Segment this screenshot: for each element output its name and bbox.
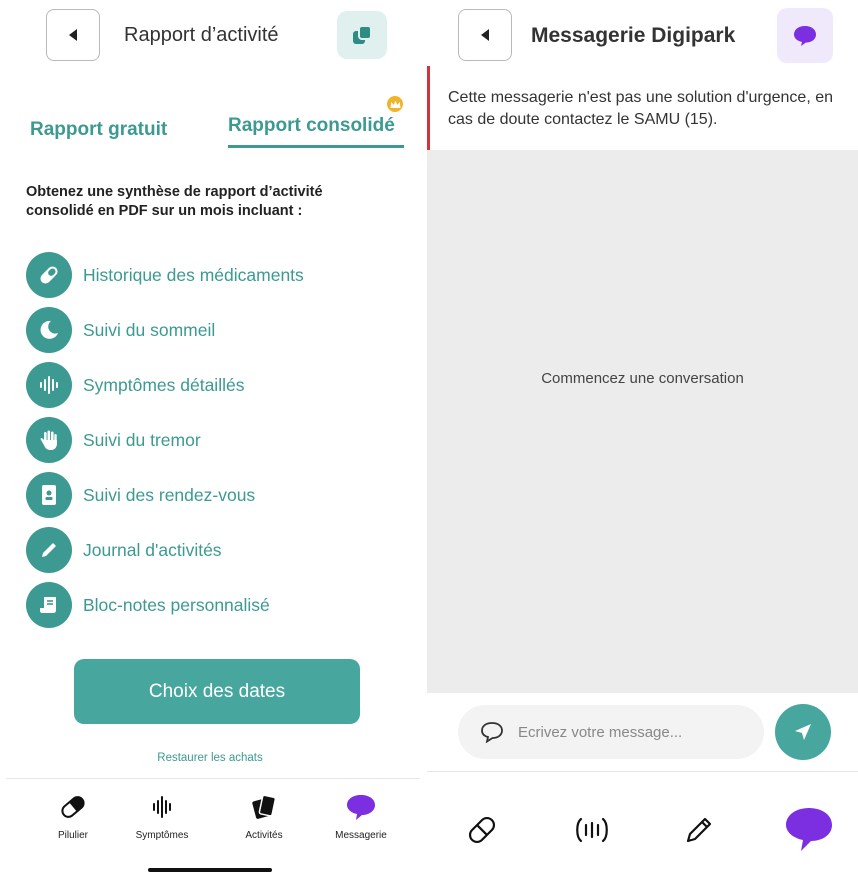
copy-icon (353, 25, 372, 44)
pill-icon (468, 816, 496, 844)
nav-item-symptomes[interactable] (567, 800, 617, 860)
chat-area: Commencez une conversation (427, 150, 858, 693)
nav-item-activites[interactable] (674, 800, 724, 860)
feature-label: Historique des médicaments (83, 264, 304, 285)
messaging-button[interactable] (777, 8, 833, 63)
back-arrow-icon (481, 29, 489, 41)
intro-text: Obtenez une synthèse de rapport d’activi… (26, 184, 323, 219)
active-tab-indicator (228, 145, 404, 148)
soundwave-icon (576, 817, 608, 843)
feature-item-notepad: Bloc-notes personnalisé (26, 582, 406, 628)
banner-accent (427, 66, 430, 150)
feature-item-journal: Journal d'activités (26, 527, 406, 573)
feature-item-medications: Historique des médicaments (26, 252, 406, 298)
speech-bubble-icon (480, 721, 504, 743)
nav-label: Activités (245, 830, 283, 841)
chat-bubble-icon (794, 25, 816, 46)
messaging-screen: Messagerie Digipark Cette messagerie n'e… (427, 0, 858, 876)
choose-dates-button[interactable]: Choix des dates (74, 659, 360, 724)
feature-item-appointments: Suivi des rendez-vous (26, 472, 406, 518)
nav-item-messagerie[interactable]: Messagerie (316, 790, 406, 841)
feature-label: Suivi du sommeil (83, 319, 216, 340)
nav-item-symptomes[interactable]: Symptômes (117, 790, 207, 841)
copy-button[interactable] (337, 11, 387, 59)
tab-consolidated-report[interactable]: Rapport consolidé (228, 115, 395, 137)
cards-icon (219, 790, 309, 824)
nav-divider (6, 778, 420, 779)
feature-label: Journal d'activités (83, 539, 222, 560)
soundwave-icon (117, 790, 207, 824)
nav-label: Symptômes (135, 830, 189, 841)
feature-item-tremor: Suivi du tremor (26, 417, 406, 463)
page-title: Messagerie Digipark (531, 24, 736, 47)
home-indicator (148, 868, 272, 872)
feature-label: Bloc-notes personnalisé (83, 594, 270, 615)
message-composer (427, 693, 858, 771)
feature-label: Suivi des rendez-vous (83, 484, 256, 505)
nav-label: Pilulier (57, 830, 88, 841)
pencil-icon (26, 527, 72, 573)
chat-bubble-icon (316, 790, 406, 824)
soundwave-icon (26, 362, 72, 408)
feature-item-sleep: Suivi du sommeil (26, 307, 406, 353)
feature-item-symptoms: Symptômes détaillés (26, 362, 406, 408)
feature-label: Symptômes détaillés (83, 374, 245, 395)
pencil-icon (686, 817, 712, 843)
crown-icon (387, 96, 403, 112)
nav-item-messagerie[interactable] (779, 800, 839, 860)
nav-item-activites[interactable]: Activités (219, 790, 309, 841)
hand-icon (26, 417, 72, 463)
emergency-banner: Cette messagerie n'est pas une solution … (427, 66, 858, 150)
badge-icon (26, 472, 72, 518)
pill-icon (26, 252, 72, 298)
back-button[interactable] (46, 9, 100, 61)
nav-item-pilulier[interactable]: Pilulier (28, 790, 118, 841)
message-input-wrapper[interactable] (458, 705, 764, 759)
page-title: Rapport d’activité (124, 24, 279, 46)
send-icon (795, 724, 811, 740)
back-button[interactable] (458, 9, 512, 61)
nav-divider (427, 771, 858, 772)
message-input[interactable] (518, 723, 758, 741)
feature-label: Suivi du tremor (83, 429, 201, 450)
pill-icon (28, 790, 118, 824)
send-button[interactable] (775, 704, 831, 760)
empty-state-text: Commencez une conversation (541, 370, 744, 387)
report-screen: Rapport d’activité Rapport gratuit Rappo… (0, 0, 427, 876)
restore-purchases-link[interactable]: Restaurer les achats (0, 752, 420, 764)
banner-text: Cette messagerie n'est pas une solution … (448, 89, 834, 128)
nav-item-pilulier[interactable] (457, 800, 507, 860)
nav-label: Messagerie (335, 830, 387, 841)
back-arrow-icon (69, 29, 77, 41)
notepad-icon (26, 582, 72, 628)
chat-bubble-icon (786, 808, 832, 851)
moon-icon (26, 307, 72, 353)
tab-free-report[interactable]: Rapport gratuit (30, 119, 167, 141)
